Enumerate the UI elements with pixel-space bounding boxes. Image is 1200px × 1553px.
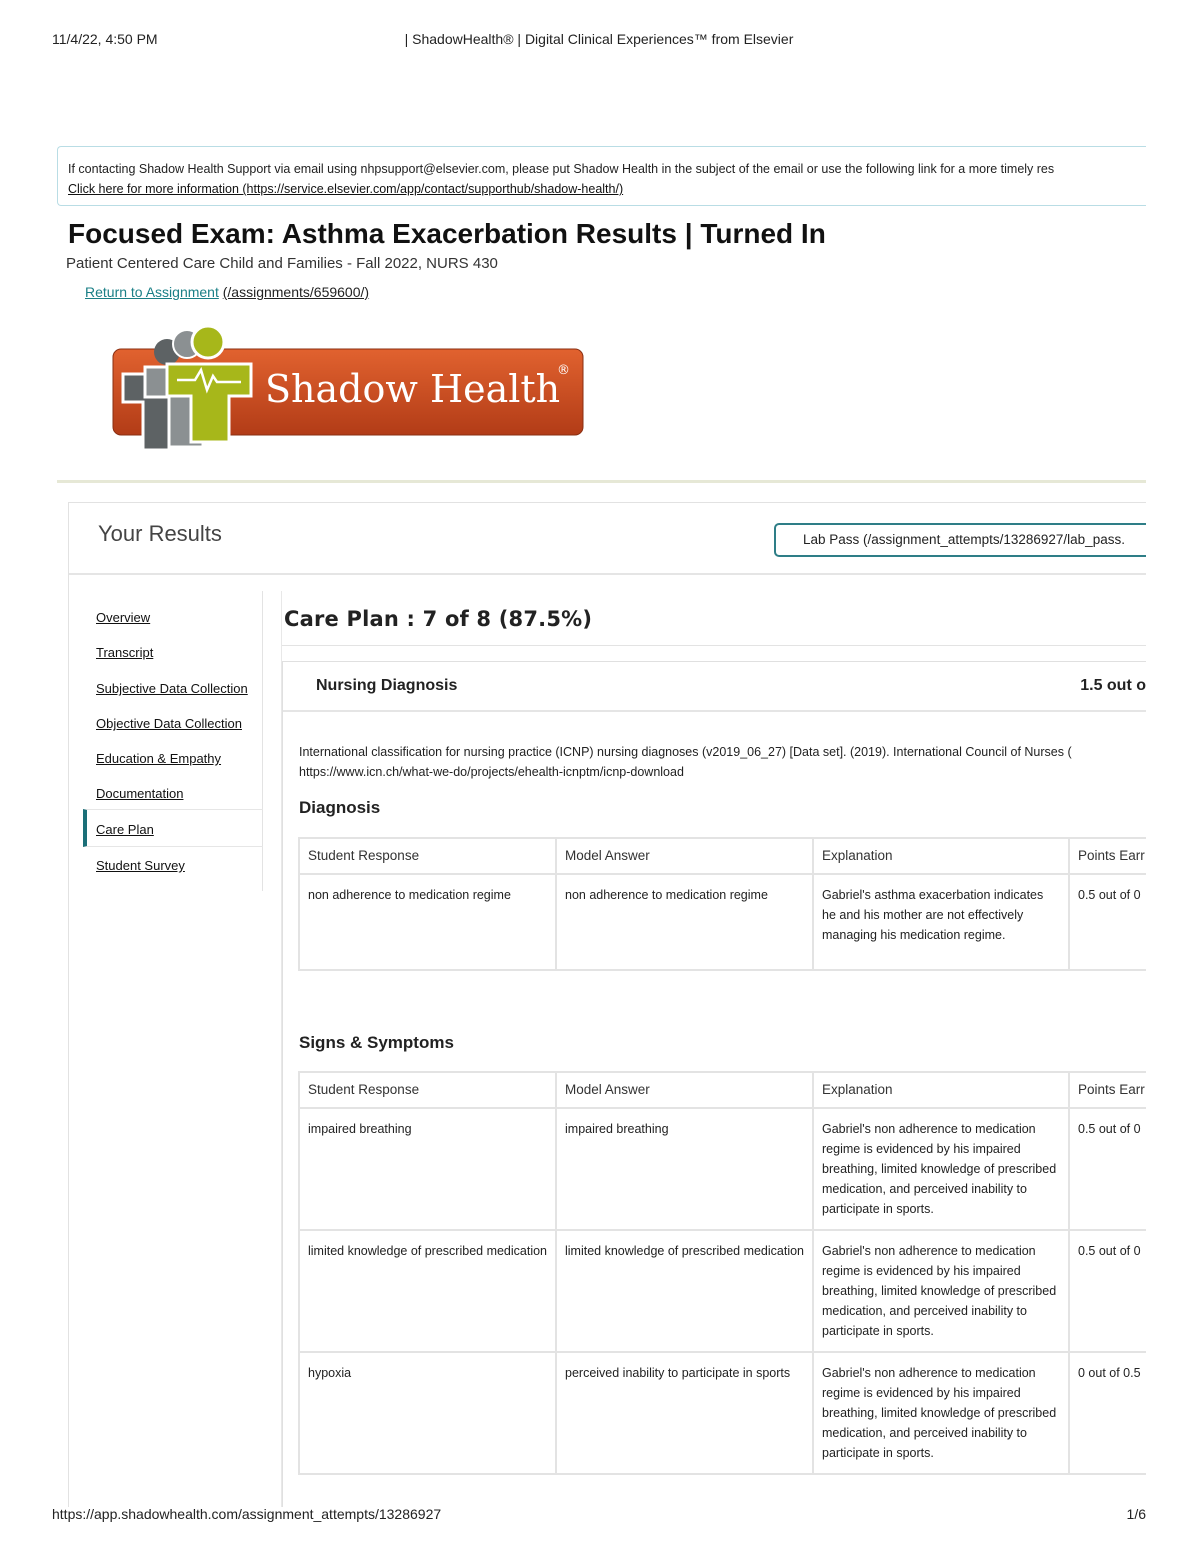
nursing-diagnosis-points: 1.5 out o bbox=[1080, 677, 1146, 694]
table-row: limited knowledge of prescribed medicati… bbox=[298, 1229, 1146, 1353]
sidebar-item-documentation[interactable]: Documentation bbox=[96, 786, 183, 801]
print-title: | ShadowHealth® | Digital Clinical Exper… bbox=[404, 31, 794, 47]
results-sidebar: Overview Transcript Subjective Data Coll… bbox=[69, 591, 263, 891]
student-response: impaired breathing bbox=[298, 1107, 557, 1231]
registered-mark: ® bbox=[557, 363, 570, 378]
explanation: Gabriel's non adherence to medication re… bbox=[812, 1229, 1070, 1353]
table-row: hypoxia perceived inability to participa… bbox=[298, 1351, 1146, 1475]
model-answer: perceived inability to participate in sp… bbox=[555, 1351, 814, 1475]
citation-text: International classification for nursing… bbox=[299, 745, 1072, 759]
diagnosis-title: Diagnosis bbox=[299, 798, 381, 817]
sidebar-item-overview[interactable]: Overview bbox=[96, 610, 150, 625]
student-response: hypoxia bbox=[298, 1351, 557, 1475]
support-link[interactable]: Click here for more information (https:/… bbox=[68, 182, 623, 196]
print-header: 11/4/22, 4:50 PM | ShadowHealth® | Digit… bbox=[52, 31, 1146, 49]
points-earned: 0.5 out of 0 bbox=[1068, 873, 1146, 971]
explanation: Gabriel's non adherence to medication re… bbox=[812, 1107, 1070, 1231]
col-student-response: Student Response bbox=[298, 837, 557, 875]
explanation: Gabriel's non adherence to medication re… bbox=[812, 1351, 1070, 1475]
care-plan-title: Care Plan : 7 of 8 (87.5%) bbox=[284, 607, 593, 631]
nursing-diagnosis-header: Nursing Diagnosis 1.5 out o bbox=[283, 662, 1146, 712]
care-plan-section: Care Plan : 7 of 8 (87.5%) Nursing Diagn… bbox=[281, 591, 1146, 1507]
col-points-earned: Points Earr bbox=[1068, 837, 1146, 875]
return-to-assignment: Return to Assignment (/assignments/65960… bbox=[85, 284, 369, 300]
citation: International classification for nursing… bbox=[299, 742, 1146, 782]
table-row: non adherence to medication regime non a… bbox=[298, 873, 1146, 971]
model-answer: limited knowledge of prescribed medicati… bbox=[555, 1229, 814, 1353]
table-row: impaired breathing impaired breathing Ga… bbox=[298, 1107, 1146, 1231]
student-response: limited knowledge of prescribed medicati… bbox=[298, 1229, 557, 1353]
sidebar-item-objective-data[interactable]: Objective Data Collection bbox=[96, 716, 242, 731]
print-footer: https://app.shadowhealth.com/assignment_… bbox=[52, 1506, 1146, 1524]
print-url: https://app.shadowhealth.com/assignment_… bbox=[52, 1506, 442, 1522]
course-name: Patient Centered Care Child and Families… bbox=[66, 255, 498, 272]
support-text: If contacting Shadow Health Support via … bbox=[68, 162, 1055, 176]
lab-pass-button[interactable]: Lab Pass (/assignment_attempts/13286927/… bbox=[774, 523, 1146, 557]
table-header-row: Student Response Model Answer Explanatio… bbox=[298, 1071, 1146, 1109]
care-plan-rule bbox=[282, 645, 1146, 646]
col-student-response: Student Response bbox=[298, 1071, 557, 1109]
nursing-diagnosis-card: Nursing Diagnosis 1.5 out o Internationa… bbox=[282, 661, 1146, 1507]
student-response: non adherence to medication regime bbox=[298, 873, 557, 971]
print-page-number: 1/6 bbox=[1126, 1506, 1146, 1522]
col-points-earned: Points Earr bbox=[1068, 1071, 1146, 1109]
return-path: (/assignments/659600/) bbox=[222, 284, 370, 300]
sidebar-item-education-empathy[interactable]: Education & Empathy bbox=[96, 751, 221, 766]
sidebar-item-student-survey[interactable]: Student Survey bbox=[96, 858, 185, 873]
model-answer: impaired breathing bbox=[555, 1107, 814, 1231]
signs-symptoms-title: Signs & Symptoms bbox=[299, 1033, 454, 1052]
explanation: Gabriel's asthma exacerbation indicates … bbox=[812, 873, 1070, 971]
page-title: Focused Exam: Asthma Exacerbation Result… bbox=[68, 218, 826, 249]
points-earned: 0.5 out of 0 bbox=[1068, 1107, 1146, 1231]
nursing-diagnosis-label: Nursing Diagnosis bbox=[316, 677, 458, 694]
results-header: Your Results Lab Pass (/assignment_attem… bbox=[69, 503, 1146, 575]
support-notice: If contacting Shadow Health Support via … bbox=[57, 146, 1146, 206]
col-explanation: Explanation bbox=[812, 1071, 1070, 1109]
sidebar-item-transcript[interactable]: Transcript bbox=[96, 645, 153, 660]
points-earned: 0.5 out of 0 bbox=[1068, 1229, 1146, 1353]
sidebar-item-subjective-data[interactable]: Subjective Data Collection bbox=[96, 681, 248, 696]
signs-symptoms-table: Student Response Model Answer Explanatio… bbox=[298, 1071, 1146, 1475]
shadow-health-logo: Shadow Health ® bbox=[105, 322, 595, 457]
sidebar-item-care-plan[interactable]: Care Plan bbox=[96, 822, 154, 837]
return-link[interactable]: Return to Assignment bbox=[85, 284, 219, 300]
col-explanation: Explanation bbox=[812, 837, 1070, 875]
col-model-answer: Model Answer bbox=[555, 1071, 814, 1109]
diagnosis-table: Student Response Model Answer Explanatio… bbox=[298, 837, 1146, 971]
logo-text: Shadow Health bbox=[265, 367, 560, 411]
divider bbox=[57, 480, 1146, 483]
col-model-answer: Model Answer bbox=[555, 837, 814, 875]
results-title: Your Results bbox=[98, 521, 222, 546]
points-earned: 0 out of 0.5 bbox=[1068, 1351, 1146, 1475]
table-header-row: Student Response Model Answer Explanatio… bbox=[298, 837, 1146, 875]
results-card: Your Results Lab Pass (/assignment_attem… bbox=[68, 502, 1146, 1507]
citation-url: https://www.icn.ch/what-we-do/projects/e… bbox=[299, 765, 684, 779]
model-answer: non adherence to medication regime bbox=[555, 873, 814, 971]
